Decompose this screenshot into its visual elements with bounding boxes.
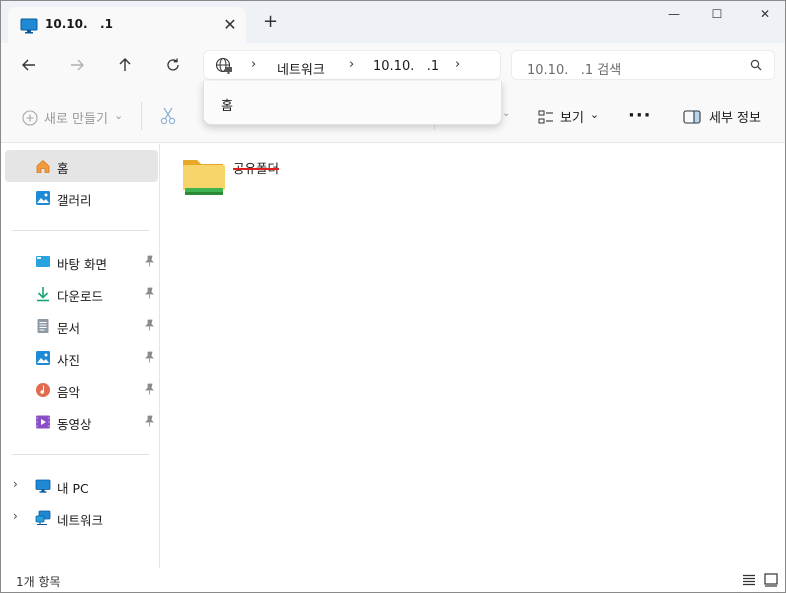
shared-folder-icon xyxy=(183,160,225,195)
back-button[interactable] xyxy=(17,54,41,76)
desktop-icon xyxy=(36,256,50,267)
toolbar-divider xyxy=(141,102,142,130)
refresh-button[interactable] xyxy=(161,54,185,76)
breadcrumb-separator[interactable]: › xyxy=(349,57,354,72)
chevron-down-icon: ⌄ xyxy=(589,108,600,121)
sidebar-item-label: 내 PC xyxy=(57,481,89,496)
chevron-right-icon[interactable]: › xyxy=(13,477,18,491)
title-bar: 10.10. .1 ✕ + — ☐ ✕ xyxy=(1,1,785,43)
breadcrumb-network[interactable]: 네트워크 xyxy=(277,59,325,78)
pin-icon[interactable] xyxy=(144,383,155,395)
sidebar-item-label: 다운로드 xyxy=(57,289,104,304)
sidebar-item-desktop[interactable]: 바탕 화면 xyxy=(5,246,158,278)
more-options-button[interactable]: ··· xyxy=(628,105,652,126)
cut-icon[interactable] xyxy=(160,107,176,125)
large-icons-view-icon[interactable] xyxy=(764,573,778,587)
address-dropdown: 홈 xyxy=(203,81,502,125)
network-globe-icon xyxy=(215,57,232,74)
new-tab-button[interactable]: + xyxy=(263,13,278,31)
sidebar-divider xyxy=(12,230,149,231)
sidebar-item-documents[interactable]: 문서 xyxy=(5,310,158,342)
details-view-icon[interactable] xyxy=(742,574,756,586)
pin-icon[interactable] xyxy=(144,319,155,331)
sidebar-item-home[interactable]: 홈 xyxy=(5,150,158,182)
sidebar-item-videos[interactable]: 동영상 xyxy=(5,406,158,438)
search-input[interactable]: 10.10. .1 검색 xyxy=(527,59,621,78)
search-box[interactable]: 10.10. .1 검색 xyxy=(511,50,775,80)
new-button-label: 새로 만들기 xyxy=(44,112,108,127)
video-icon xyxy=(36,415,50,429)
maximize-button[interactable]: ☐ xyxy=(704,7,730,27)
tab-title: 10.10. .1 xyxy=(45,17,113,31)
sidebar-item-label: 홈 xyxy=(57,161,69,176)
address-bar[interactable]: › 네트워크 › 10.10. .1 › xyxy=(203,50,501,80)
sidebar-item-label: 갤러리 xyxy=(57,193,92,208)
music-icon xyxy=(36,383,50,397)
list-item[interactable]: 공유폴더 xyxy=(181,154,301,204)
details-pane-icon xyxy=(683,109,701,124)
view-icon xyxy=(538,110,553,123)
minimize-button[interactable]: — xyxy=(661,7,687,27)
sidebar-item-this-pc[interactable]: › 내 PC xyxy=(5,470,158,502)
sidebar-item-network[interactable]: › 네트워크 xyxy=(5,502,158,534)
navigation-pane: 홈 갤러리 바탕 화면 다운로드 문서 사진 음악 동영상 › 내 PC › 네… xyxy=(1,144,160,568)
file-list: 공유폴더 xyxy=(161,144,785,568)
sidebar-item-label: 음악 xyxy=(57,385,81,400)
document-icon xyxy=(37,319,49,333)
sidebar-item-downloads[interactable]: 다운로드 xyxy=(5,278,158,310)
arrow-left-icon xyxy=(22,59,35,71)
pin-icon[interactable] xyxy=(144,351,155,363)
sidebar-item-label: 바탕 화면 xyxy=(57,257,107,272)
network-icon xyxy=(35,510,51,525)
breadcrumb-separator[interactable]: › xyxy=(455,57,460,72)
dropdown-item-home[interactable]: 홈 xyxy=(221,95,233,114)
status-bar: 1개 항목 xyxy=(1,568,785,592)
search-icon xyxy=(750,59,762,71)
file-explorer-window: 10.10. .1 ✕ + — ☐ ✕ › 네트워크 › 10.10. .1 ›… xyxy=(0,0,786,593)
breadcrumb-host[interactable]: 10.10. .1 xyxy=(373,59,439,74)
details-button-label: 세부 정보 xyxy=(709,111,761,126)
chevron-down-icon: ⌄ xyxy=(113,109,124,122)
sidebar-item-pictures[interactable]: 사진 xyxy=(5,342,158,374)
sidebar-item-label: 문서 xyxy=(57,321,81,336)
close-tab-icon[interactable]: ✕ xyxy=(222,15,238,34)
arrow-right-icon xyxy=(71,59,84,71)
sidebar-item-label: 동영상 xyxy=(57,417,92,432)
item-count: 1개 항목 xyxy=(16,575,61,589)
sidebar-item-music[interactable]: 음악 xyxy=(5,374,158,406)
arrow-up-icon xyxy=(119,58,131,71)
sidebar-item-label: 네트워크 xyxy=(57,513,104,528)
up-button[interactable] xyxy=(113,54,137,76)
pictures-icon xyxy=(36,351,50,365)
sidebar-item-label: 사진 xyxy=(57,353,81,368)
download-icon xyxy=(37,287,49,302)
chevron-right-icon[interactable]: › xyxy=(13,509,18,523)
plus-circle-icon xyxy=(22,109,38,126)
pc-icon xyxy=(35,479,51,493)
pc-icon xyxy=(20,18,38,34)
home-icon xyxy=(36,159,50,173)
tab-current[interactable]: 10.10. .1 ✕ xyxy=(8,7,246,43)
view-button-label: 보기 xyxy=(560,111,584,126)
forward-button[interactable] xyxy=(65,54,89,76)
sidebar-item-gallery[interactable]: 갤러리 xyxy=(5,182,158,214)
pin-icon[interactable] xyxy=(144,415,155,427)
chevron-down-icon[interactable]: ⌄ xyxy=(502,108,510,119)
pin-icon[interactable] xyxy=(144,255,155,267)
breadcrumb-separator[interactable]: › xyxy=(251,57,256,72)
pin-icon[interactable] xyxy=(144,287,155,299)
close-window-button[interactable]: ✕ xyxy=(752,7,778,27)
view-button[interactable]: 보기 ⌄ xyxy=(538,107,599,126)
gallery-icon xyxy=(36,191,50,205)
sidebar-divider xyxy=(12,454,149,455)
details-button[interactable]: 세부 정보 xyxy=(683,107,761,126)
folder-name: 공유폴더 xyxy=(233,161,280,176)
new-button[interactable]: 새로 만들기 ⌄ xyxy=(22,108,123,127)
refresh-icon xyxy=(167,58,179,71)
